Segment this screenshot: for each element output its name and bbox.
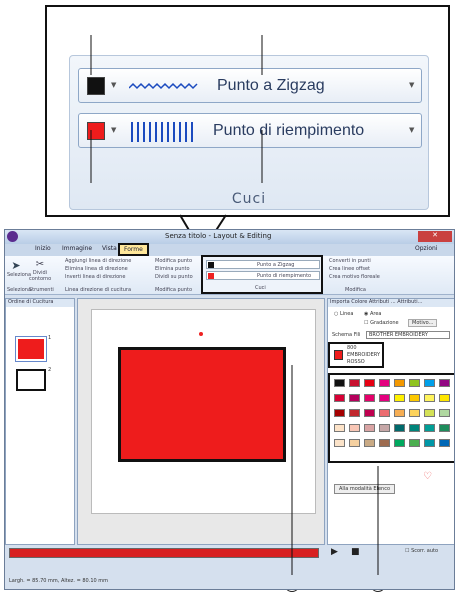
callout-leaders	[90, 35, 379, 575]
